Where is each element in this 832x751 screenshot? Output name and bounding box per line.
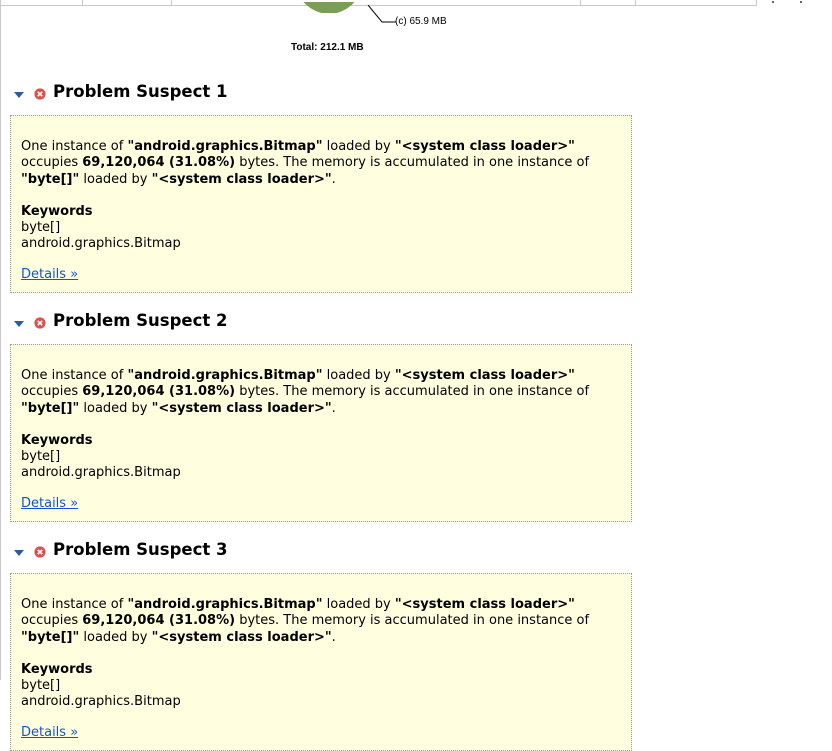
details-link[interactable]: Details »	[21, 267, 78, 283]
class-loader: "<system class loader>"	[394, 597, 575, 612]
error-icon	[34, 88, 46, 100]
suspect-header[interactable]: Problem Suspect 3	[10, 540, 632, 564]
class-loader: "<system class loader>"	[151, 629, 332, 645]
class-loader: "<system class loader>"	[394, 368, 575, 383]
error-icon	[34, 317, 46, 329]
details-link[interactable]: Details »	[21, 725, 78, 741]
class-loader: "<system class loader>"	[151, 400, 332, 416]
retained-size: 69,120,064 (31.08%)	[82, 384, 236, 400]
keywords-heading: Keywords	[21, 432, 93, 448]
class-name: "android.graphics.Bitmap"	[127, 597, 323, 612]
suspect-header[interactable]: Problem Suspect 2	[10, 311, 632, 335]
keyword-item: byte[]	[21, 449, 61, 465]
suspect-description-box: One instance of "android.graphics.Bitmap…	[10, 573, 632, 751]
class-loader: "<system class loader>"	[151, 171, 332, 187]
pie-chart	[289, 0, 369, 13]
details-link[interactable]: Details »	[21, 496, 78, 512]
suspect-description: One instance of "android.graphics.Bitmap…	[21, 368, 590, 416]
suspect-title: Problem Suspect 3	[53, 540, 228, 559]
suspect-description-box: One instance of "android.graphics.Bitmap…	[10, 344, 632, 522]
keyword-item: android.graphics.Bitmap	[21, 236, 181, 252]
keywords-heading: Keywords	[21, 203, 93, 219]
accumulation-class: "byte[]"	[21, 171, 80, 187]
accumulation-class: "byte[]"	[21, 400, 80, 416]
retained-size: 69,120,064 (31.08%)	[82, 155, 236, 171]
pie-total-label: Total: 212.1 MB	[291, 42, 364, 53]
page-left-border	[0, 0, 1, 680]
keyword-item: android.graphics.Bitmap	[21, 694, 181, 710]
class-name: "android.graphics.Bitmap"	[127, 368, 323, 383]
class-name: "android.graphics.Bitmap"	[127, 139, 323, 154]
retained-size: 69,120,064 (31.08%)	[82, 613, 236, 629]
class-loader: "<system class loader>"	[394, 139, 575, 154]
suspect-description: One instance of "android.graphics.Bitmap…	[21, 139, 590, 187]
pie-leader-line	[367, 5, 396, 23]
table-divider	[756, 0, 757, 5]
collapse-triangle-icon[interactable]	[14, 550, 24, 557]
suspect-header[interactable]: Problem Suspect 1	[10, 82, 632, 106]
suspect-description: One instance of "android.graphics.Bitmap…	[21, 597, 590, 645]
suspect-description-box: One instance of "android.graphics.Bitmap…	[10, 115, 632, 293]
collapse-triangle-icon[interactable]	[14, 92, 24, 99]
top-right-fragment	[770, 0, 832, 10]
pie-slice-label: (c) 65.9 MB	[395, 16, 447, 27]
collapse-triangle-icon[interactable]	[14, 321, 24, 328]
keywords-heading: Keywords	[21, 661, 93, 677]
accumulation-class: "byte[]"	[21, 629, 80, 645]
keyword-item: android.graphics.Bitmap	[21, 465, 181, 481]
table-divider	[171, 0, 172, 5]
table-divider	[82, 0, 83, 5]
pie-slice	[301, 0, 357, 13]
error-icon	[34, 546, 46, 558]
table-divider	[635, 0, 636, 5]
table-divider	[580, 0, 581, 5]
suspect-title: Problem Suspect 1	[53, 82, 228, 101]
keyword-item: byte[]	[21, 220, 61, 236]
keyword-item: byte[]	[21, 678, 61, 694]
suspect-title: Problem Suspect 2	[53, 311, 228, 330]
